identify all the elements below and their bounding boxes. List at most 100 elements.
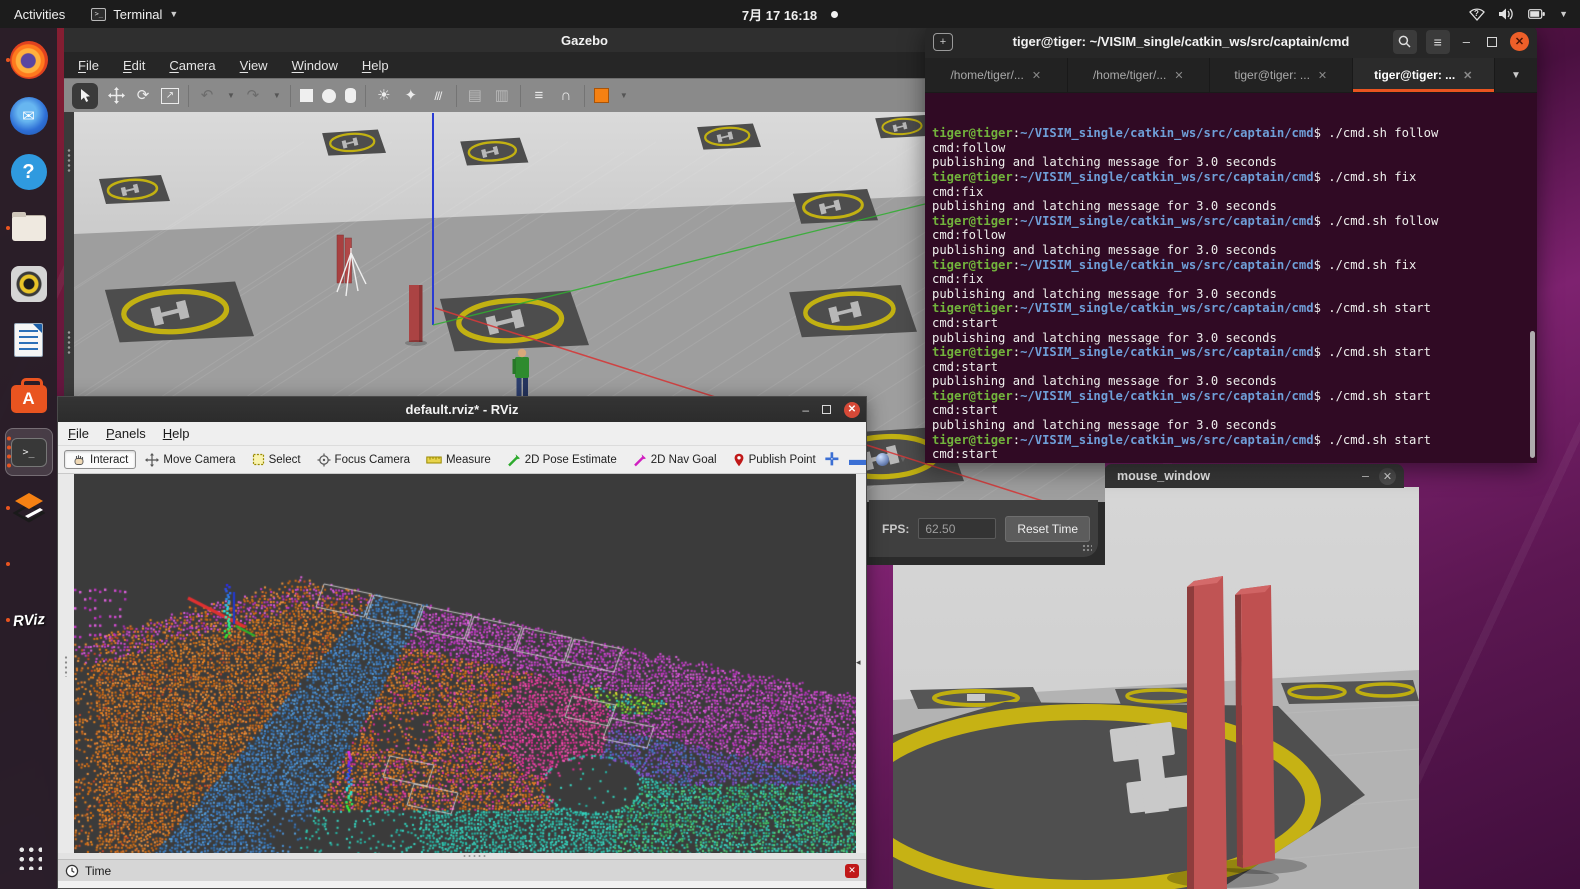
view-angle-dropdown-icon[interactable]: ▼ <box>620 91 628 100</box>
gazebo-menu-window[interactable]: Window <box>292 58 338 73</box>
gazebo-bottom-panel: FPS: 62.50 Reset Time <box>869 500 1098 557</box>
tool-select[interactable]: Select <box>245 451 308 468</box>
tool-2d-nav-goal[interactable]: 2D Nav Goal <box>626 451 724 469</box>
tool-properties-icon[interactable] <box>876 453 889 466</box>
minimize-button[interactable]: – <box>1459 34 1474 49</box>
close-tab-icon[interactable]: ✕ <box>1174 69 1183 82</box>
gazebo-menu-help[interactable]: Help <box>362 58 389 73</box>
rviz-views-panel-handle[interactable]: ◂ <box>856 474 866 853</box>
minimize-button[interactable]: – <box>802 403 809 417</box>
dock-item-terminal[interactable]: >_ <box>5 428 53 476</box>
maximize-button[interactable] <box>822 405 831 414</box>
terminal-line: cmd:start <box>932 360 1537 375</box>
reset-time-button[interactable]: Reset Time <box>1005 516 1090 542</box>
gazebo-menu-file[interactable]: File <box>78 58 99 73</box>
clock-button[interactable]: 7月 17 16:18 <box>742 5 838 24</box>
select-mode-button[interactable] <box>72 83 98 109</box>
menu-button[interactable]: ≡ <box>1426 30 1450 54</box>
rotate-mode-icon[interactable]: ⟳ <box>134 88 152 103</box>
tool-interact[interactable]: Interact <box>64 450 136 469</box>
close-tab-icon[interactable]: ✕ <box>1318 69 1327 82</box>
minimize-button[interactable]: – <box>1352 469 1379 483</box>
translate-mode-button[interactable] <box>107 87 125 104</box>
close-button[interactable]: ✕ <box>844 402 860 418</box>
time-panel-header[interactable]: Time ✕ <box>58 859 866 881</box>
terminal-headerbar[interactable]: + tiger@tiger: ~/VISIM_single/catkin_ws/… <box>925 25 1537 58</box>
app-menu[interactable]: >_ Terminal ▼ <box>91 7 178 22</box>
close-panel-button[interactable]: ✕ <box>845 864 859 878</box>
align-icon[interactable]: ≡ <box>530 88 548 103</box>
rviz-3d-viewport[interactable] <box>74 474 856 853</box>
copy-icon[interactable]: ▤ <box>466 88 484 103</box>
dock-item-hidden-app[interactable] <box>5 540 53 588</box>
view-angle-icon[interactable] <box>594 88 609 103</box>
terminal-tab-2[interactable]: /home/tiger/...✕ <box>1068 58 1211 92</box>
close-button[interactable]: ✕ <box>1510 32 1529 51</box>
ubuntu-software-icon: A <box>11 385 47 413</box>
add-tool-button[interactable]: ✛ <box>825 450 839 470</box>
tool-focus-camera[interactable]: Focus Camera <box>310 451 417 469</box>
maximize-button[interactable] <box>1487 37 1497 47</box>
scale-mode-button[interactable]: ↗ <box>161 88 179 104</box>
fps-value-field[interactable]: 62.50 <box>918 518 996 539</box>
spot-light-icon[interactable]: ✦ <box>402 88 420 103</box>
system-tray[interactable]: ? ▼ <box>1469 7 1580 21</box>
snap-magnet-icon[interactable]: ∩ <box>557 88 575 103</box>
dock-item-help[interactable]: ? <box>5 148 53 196</box>
gazebo-title: Gazebo <box>561 33 608 48</box>
resize-grip-icon[interactable] <box>1082 544 1092 553</box>
dock-item-show-applications[interactable] <box>5 833 53 881</box>
rviz-menu-help[interactable]: Help <box>163 426 190 441</box>
point-light-icon[interactable]: ☀ <box>375 88 393 103</box>
search-button[interactable] <box>1393 30 1417 54</box>
gazebo-menu-camera[interactable]: Camera <box>169 58 215 73</box>
undo-dropdown-icon[interactable]: ▼ <box>227 91 235 100</box>
scrollbar-thumb[interactable] <box>1530 331 1535 458</box>
paste-icon[interactable]: ▥ <box>493 88 511 103</box>
undo-icon[interactable]: ↶ <box>198 88 216 103</box>
insert-sphere-icon[interactable] <box>322 89 336 103</box>
new-tab-button[interactable]: + <box>933 33 953 51</box>
insert-cylinder-icon[interactable] <box>345 88 356 103</box>
tool-move-camera[interactable]: Move Camera <box>138 451 242 469</box>
dock-item-ubuntu-software[interactable]: A <box>5 372 53 420</box>
rviz-menu-file[interactable]: File <box>68 426 89 441</box>
dock-item-thunderbird[interactable]: ✉ <box>5 92 53 140</box>
terminal-line: cmd:follow <box>932 228 1537 243</box>
chevron-down-icon[interactable]: ▼ <box>899 455 907 464</box>
mouse-window-titlebar[interactable]: mouse_window – ✕ <box>1104 464 1404 488</box>
dock-item-files[interactable] <box>5 204 53 252</box>
helipad <box>99 175 170 204</box>
tab-list-dropdown[interactable]: ▼ <box>1495 58 1537 92</box>
remove-tool-button[interactable]: ▬ <box>849 450 866 470</box>
insert-box-icon[interactable] <box>300 89 313 102</box>
terminal-tab-4[interactable]: tiger@tiger: ...✕ <box>1353 58 1496 92</box>
dock-item-libreoffice-writer[interactable] <box>5 316 53 364</box>
close-button[interactable]: ✕ <box>1379 468 1396 485</box>
running-indicator <box>6 618 10 622</box>
tool-2d-pose-estimate[interactable]: 2D Pose Estimate <box>500 451 624 469</box>
terminal-tab-3[interactable]: tiger@tiger: ...✕ <box>1210 58 1353 92</box>
gazebo-menu-edit[interactable]: Edit <box>123 58 145 73</box>
terminal-line: tiger@tiger:~/VISIM_single/catkin_ws/src… <box>932 433 1537 448</box>
gazebo-menu-view[interactable]: View <box>240 58 268 73</box>
activities-button[interactable]: Activities <box>14 7 65 22</box>
dock-item-firefox[interactable] <box>5 36 53 84</box>
rviz-menu-panels[interactable]: Panels <box>106 426 146 441</box>
terminal-content[interactable]: tiger@tiger:~/VISIM_single/catkin_ws/src… <box>925 93 1537 463</box>
rviz-titlebar[interactable]: default.rviz* - RViz – ✕ <box>58 397 866 422</box>
dock-item-rhythmbox[interactable] <box>5 260 53 308</box>
terminal-tab-1[interactable]: /home/tiger/...✕ <box>925 58 1068 92</box>
redo-dropdown-icon[interactable]: ▼ <box>273 91 281 100</box>
tool-publish-point[interactable]: Publish Point <box>726 451 823 469</box>
dock-item-rviz[interactable]: RViz <box>5 596 53 644</box>
close-tab-icon[interactable]: ✕ <box>1032 69 1041 82</box>
rviz-displays-panel-handle[interactable] <box>58 474 74 853</box>
dock-item-gazebo[interactable] <box>5 484 53 532</box>
directional-light-icon[interactable]: /// <box>429 90 447 102</box>
close-tab-icon[interactable]: ✕ <box>1463 69 1472 82</box>
redo-icon[interactable]: ↷ <box>244 88 262 103</box>
tool-measure[interactable]: Measure <box>419 452 498 468</box>
arrow-cursor-icon <box>79 88 92 103</box>
helipad <box>789 285 917 337</box>
